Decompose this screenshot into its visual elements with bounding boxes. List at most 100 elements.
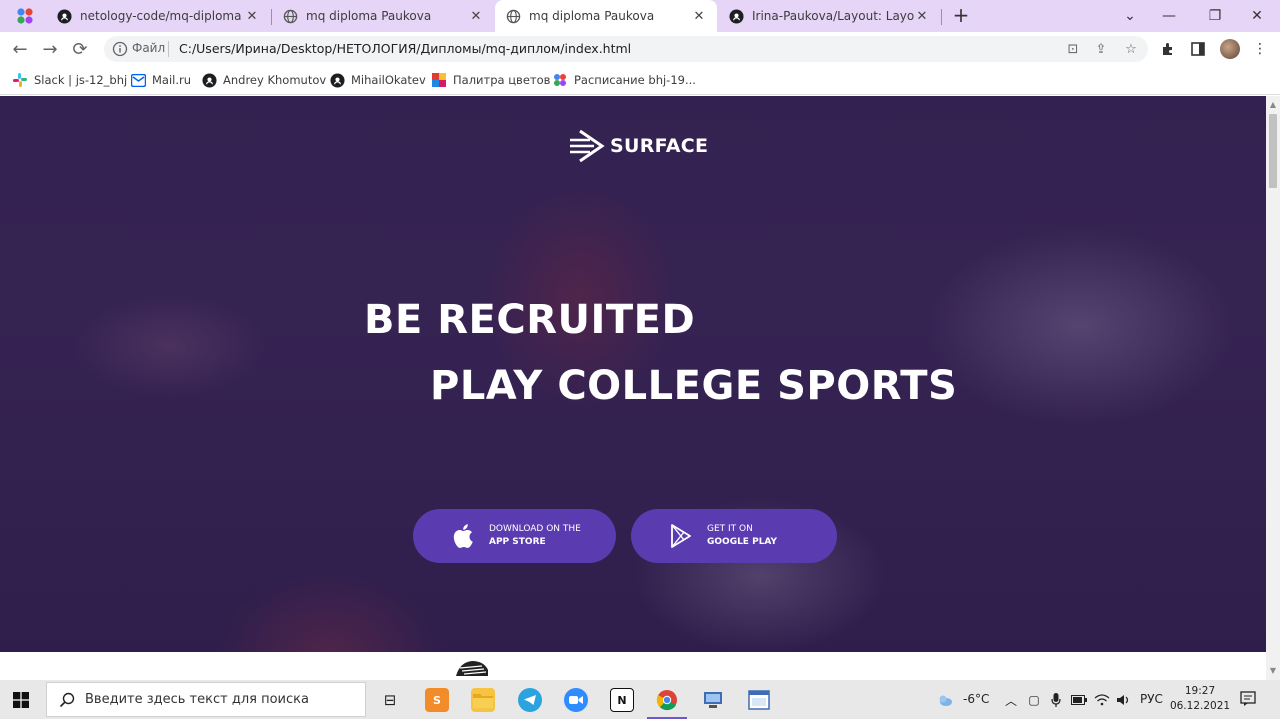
- github-icon: [56, 8, 72, 24]
- windows-start-icon[interactable]: [13, 692, 29, 711]
- close-icon[interactable]: ✕: [468, 8, 484, 24]
- bookmark-label: Палитра цветов: [453, 73, 551, 87]
- app-store-text: DOWNLOAD ON THE APP STORE: [489, 523, 581, 549]
- bookmark-mailru[interactable]: Mail.ru: [130, 72, 191, 88]
- google-play-button[interactable]: GET IT ON GOOGLE PLAY: [631, 509, 837, 563]
- hero-section: SURFACE BE RECRUITED PLAY COLLEGE SPORTS…: [0, 96, 1266, 652]
- notion-icon[interactable]: N: [610, 688, 634, 712]
- slack-icon: [12, 72, 28, 88]
- address-bar[interactable]: Файл C:/Users/Ирина/Desktop/НЕТОЛОГИЯ/Ди…: [104, 36, 1148, 62]
- tab-separator: [941, 9, 942, 25]
- schedule-icon: [552, 72, 568, 88]
- scroll-up-arrow[interactable]: ▲: [1269, 100, 1277, 110]
- palette-icon: [431, 72, 447, 88]
- menu-icon[interactable]: ⋮: [1250, 39, 1270, 59]
- back-button[interactable]: ←: [8, 37, 32, 61]
- chevron-up-icon[interactable]: ︿: [1003, 692, 1019, 708]
- bookmark-label: Расписание bhj-19...: [574, 73, 696, 87]
- google-play-line2: GOOGLE PLAY: [707, 537, 778, 547]
- scroll-down-arrow[interactable]: ▼: [1269, 666, 1277, 676]
- globe-icon: [282, 8, 298, 24]
- info-icon[interactable]: [112, 41, 128, 57]
- tab-title: Irina-Paukova/Layout: Layout wit: [752, 9, 914, 23]
- github-icon: [201, 72, 217, 88]
- headline-primary: BE RECRUITED: [364, 297, 696, 343]
- close-window-button[interactable]: ✕: [1234, 0, 1280, 32]
- chrome-icon[interactable]: [647, 688, 687, 719]
- side-panel-icon[interactable]: [1188, 39, 1208, 59]
- reload-button[interactable]: ⟳: [68, 37, 92, 61]
- play-icon: [669, 524, 693, 548]
- search-placeholder: Введите здесь текст для поиска: [85, 692, 309, 707]
- bookmark-label: MihailOkatev: [351, 73, 426, 87]
- tab-title: mq diploma Paukova: [529, 9, 655, 23]
- logo-text: SURFACE: [610, 135, 709, 157]
- github-icon: [329, 72, 345, 88]
- tab-mq-diploma-1[interactable]: mq diploma Paukova ✕: [272, 0, 494, 32]
- page-scrollbar[interactable]: ▲ ▼: [1266, 96, 1280, 680]
- scroll-thumb[interactable]: [1269, 114, 1277, 188]
- maximize-button[interactable]: ❐: [1192, 0, 1238, 32]
- tab-strip: netology-code/mq-diploma ✕ mq diploma Pa…: [0, 0, 1280, 32]
- bookmark-slack[interactable]: Slack | js-12_bhj: [12, 72, 127, 88]
- language-indicator[interactable]: РУС: [1140, 692, 1163, 706]
- bookmark-andrey-khomutov[interactable]: Andrey Khomutov: [201, 72, 326, 88]
- telegram-icon[interactable]: [518, 688, 542, 712]
- bookmark-schedule[interactable]: Расписание bhj-19...: [552, 72, 696, 88]
- clock-time: 19:27: [1184, 685, 1216, 697]
- apps-icon[interactable]: [16, 7, 34, 25]
- minimize-button[interactable]: —: [1146, 0, 1192, 32]
- close-icon[interactable]: ✕: [244, 8, 260, 24]
- close-icon[interactable]: ✕: [914, 8, 930, 24]
- windows-taskbar: Введите здесь текст для поиска ⊟ S N -6°…: [0, 680, 1280, 719]
- temperature-text[interactable]: -6°C: [963, 692, 989, 706]
- google-play-text: GET IT ON GOOGLE PLAY: [707, 523, 777, 549]
- tab-netology-code[interactable]: netology-code/mq-diploma ✕: [46, 0, 270, 32]
- zoom-icon[interactable]: [564, 688, 588, 712]
- sublime-text-icon[interactable]: S: [425, 688, 449, 712]
- google-play-line1: GET IT ON: [707, 524, 753, 534]
- tab-title: netology-code/mq-diploma: [80, 9, 242, 23]
- tab-title: mq diploma Paukova: [306, 9, 432, 23]
- close-icon[interactable]: ✕: [691, 8, 707, 24]
- url-text[interactable]: C:/Users/Ирина/Desktop/НЕТОЛОГИЯ/Дипломы…: [179, 41, 631, 56]
- meet-now-icon[interactable]: ▢: [1026, 692, 1042, 708]
- tab-irina-paukova-layout[interactable]: Irina-Paukova/Layout: Layout wit ✕: [718, 0, 940, 32]
- app-store-line2: APP STORE: [489, 537, 546, 547]
- volume-icon[interactable]: [1116, 692, 1132, 708]
- new-tab-button[interactable]: +: [951, 5, 971, 26]
- scheme-label: Файл: [132, 41, 166, 55]
- file-explorer-icon[interactable]: [471, 688, 495, 712]
- battery-icon[interactable]: [1071, 692, 1087, 708]
- translate-icon[interactable]: ⊡: [1064, 40, 1082, 58]
- page-below-hero: [0, 652, 1266, 680]
- bookmark-label: Andrey Khomutov: [223, 73, 327, 87]
- window-app-icon[interactable]: [747, 688, 771, 712]
- bookmark-label: Mail.ru: [152, 73, 192, 87]
- bookmark-label: Slack | js-12_bhj: [34, 73, 128, 87]
- search-icon: [59, 692, 75, 708]
- app-store-button[interactable]: DOWNLOAD ON THE APP STORE: [413, 509, 616, 563]
- divider: [168, 41, 169, 57]
- bookmark-mihailokatev[interactable]: MihailOkatev: [329, 72, 426, 88]
- microphone-icon[interactable]: [1048, 692, 1064, 708]
- notifications-icon[interactable]: [1240, 691, 1256, 707]
- taskbar-search[interactable]: Введите здесь текст для поиска: [46, 682, 366, 717]
- bookmarks-bar: Slack | js-12_bhj Mail.ru Andrey Khomuto…: [0, 66, 1280, 95]
- wifi-icon[interactable]: [1094, 692, 1110, 708]
- taskbar-clock[interactable]: 19:27 06.12.2021: [1168, 684, 1232, 714]
- mail-icon: [130, 72, 146, 88]
- profile-avatar[interactable]: [1220, 39, 1240, 59]
- share-icon[interactable]: ⇪: [1092, 40, 1110, 58]
- forward-button[interactable]: →: [38, 37, 62, 61]
- surface-logo[interactable]: SURFACE: [568, 129, 708, 163]
- tab-mq-diploma-active[interactable]: mq diploma Paukova ✕: [495, 0, 717, 32]
- weather-icon[interactable]: [937, 692, 953, 708]
- bookmark-star-icon[interactable]: ☆: [1122, 40, 1140, 58]
- task-view-icon[interactable]: ⊟: [378, 688, 402, 712]
- network-computer-icon[interactable]: [701, 688, 725, 712]
- extensions-icon[interactable]: [1158, 39, 1178, 59]
- headline-secondary: PLAY COLLEGE SPORTS: [430, 363, 958, 409]
- apple-icon: [451, 524, 475, 548]
- bookmark-palette[interactable]: Палитра цветов: [431, 72, 550, 88]
